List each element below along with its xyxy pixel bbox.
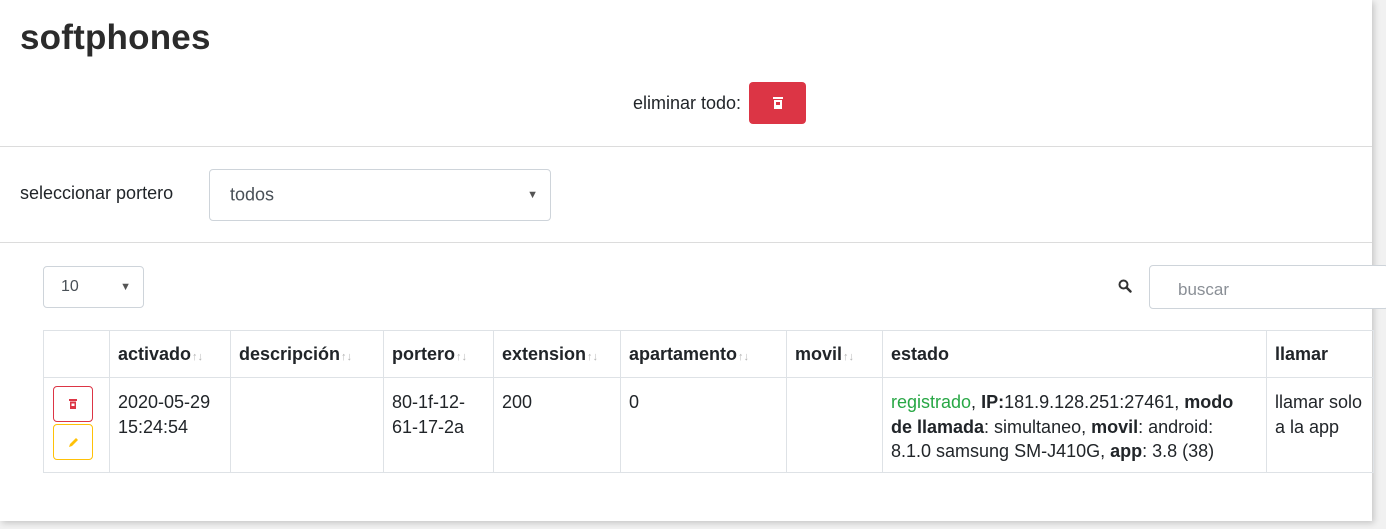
divider (0, 146, 1372, 147)
col-movil[interactable]: movil↑↓ (786, 330, 883, 378)
col-estado: estado (882, 330, 1267, 378)
pencil-icon (68, 437, 78, 447)
table-header-row: activado↑↓ descripción↑↓ portero↑↓ exten… (43, 330, 1374, 378)
portero-select[interactable]: todos ▼ (209, 169, 551, 221)
col-llamar-label: llamar (1275, 343, 1329, 364)
cell-extension: 200 (493, 377, 621, 473)
col-descripcion-label: descripción (239, 343, 341, 364)
col-activado-label: activado (118, 343, 192, 364)
sort-icon: ↑↓ (587, 350, 599, 363)
caret-down-icon: ▼ (120, 281, 131, 293)
caret-down-icon: ▼ (527, 189, 538, 201)
col-portero[interactable]: portero↑↓ (383, 330, 494, 378)
search-input[interactable]: buscar (1149, 265, 1386, 309)
col-extension[interactable]: extension↑↓ (493, 330, 621, 378)
page-size-value: 10 (61, 278, 79, 295)
sort-icon: ↑↓ (192, 350, 204, 363)
delete-all-group: eliminar todo: (633, 82, 807, 124)
softphones-table: activado↑↓ descripción↑↓ portero↑↓ exten… (43, 330, 1374, 473)
sort-icon: ↑↓ (456, 350, 467, 363)
app-label: app (1110, 441, 1143, 461)
divider (0, 242, 1372, 243)
portero-select-value: todos (230, 184, 275, 205)
col-movil-label: movil (795, 343, 843, 364)
delete-all-button[interactable] (749, 82, 807, 124)
movil-label: movil (1091, 416, 1139, 437)
cell-llamar: llamar solo a la app (1266, 377, 1374, 473)
search-icon (1118, 279, 1132, 293)
trash-icon (772, 97, 783, 109)
ip-value: 181.9.128.251:27461, (1004, 392, 1180, 412)
cell-estado: registrado, IP:181.9.128.251:27461, modo… (882, 377, 1267, 473)
col-llamar: llamar (1266, 330, 1374, 378)
page-title: softphones (20, 18, 211, 57)
softphones-panel: softphones eliminar todo: seleccionar po… (0, 0, 1386, 521)
edit-row-button[interactable] (53, 424, 93, 460)
col-actions (43, 330, 110, 378)
call-mode-value: : simultaneo, (984, 416, 1092, 437)
table-row: 2020-05-29 15:24:54 80-1f-12-61-17-2a 20… (43, 377, 1374, 473)
cell-activado: 2020-05-29 15:24:54 (109, 377, 231, 473)
delete-all-label: eliminar todo: (633, 92, 742, 113)
row-actions-cell (43, 377, 110, 473)
portero-select-label: seleccionar portero (20, 183, 174, 203)
cell-portero: 80-1f-12-61-17-2a (383, 377, 494, 473)
col-apartamento[interactable]: apartamento↑↓ (620, 330, 787, 378)
trash-icon (69, 399, 77, 409)
cell-movil (786, 377, 883, 473)
sort-icon: ↑↓ (843, 350, 855, 363)
col-activado[interactable]: activado↑↓ (109, 330, 231, 378)
delete-row-button[interactable] (53, 386, 93, 422)
sort-icon: ↑↓ (341, 350, 353, 363)
ip-label: IP: (981, 392, 1005, 412)
col-apartamento-label: apartamento (629, 343, 738, 364)
col-extension-label: extension (502, 343, 587, 364)
status-registered: registrado (891, 392, 972, 412)
estado-sep: , (971, 392, 982, 412)
app-value: : 3.8 (38) (1142, 441, 1215, 461)
col-estado-label: estado (891, 343, 950, 364)
cell-apartamento: 0 (620, 377, 787, 473)
page-size-select[interactable]: 10 ▼ (43, 266, 144, 308)
cell-descripcion (230, 377, 384, 473)
col-portero-label: portero (392, 343, 455, 364)
col-descripcion[interactable]: descripción↑↓ (230, 330, 384, 378)
sort-icon: ↑↓ (738, 350, 750, 363)
